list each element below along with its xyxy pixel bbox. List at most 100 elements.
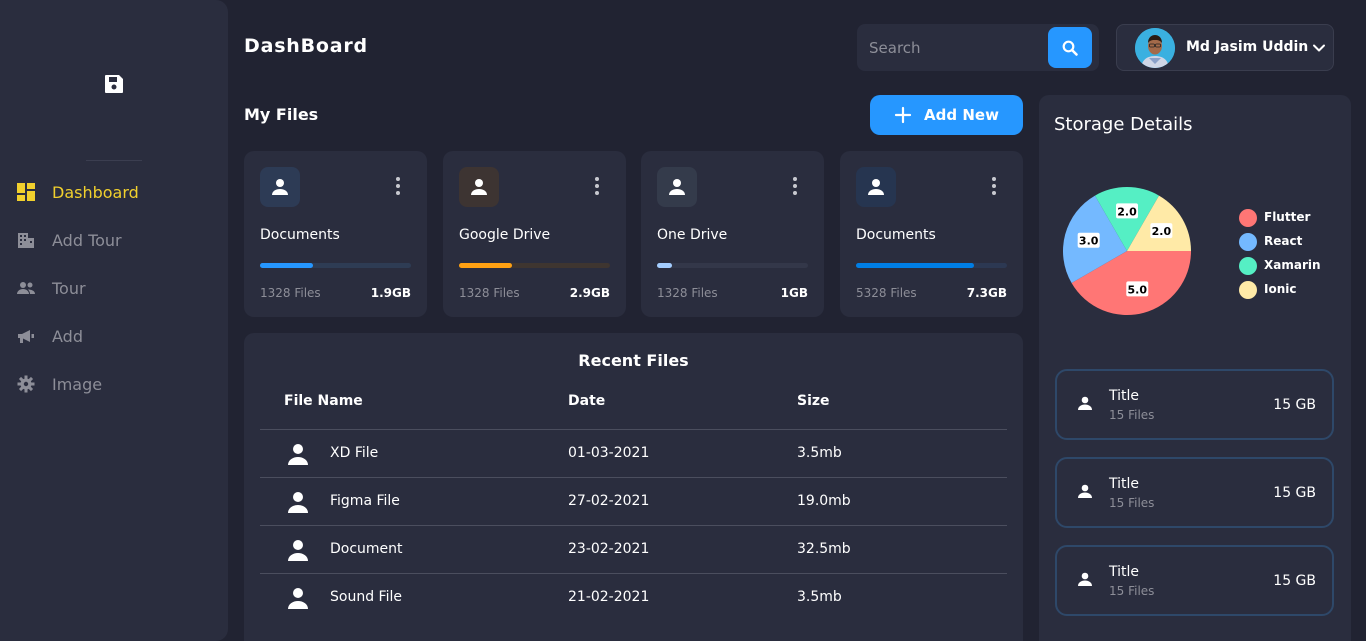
- storage-item[interactable]: Title 15 Files 15 GB: [1055, 545, 1334, 616]
- progress-bar: [856, 263, 1007, 268]
- more-options-icon[interactable]: [593, 176, 601, 196]
- sidebar-item-tour[interactable]: Tour: [0, 268, 228, 308]
- sidebar-item-image[interactable]: Image: [0, 364, 228, 404]
- sidebar-item-label: Add: [52, 326, 83, 346]
- user-icon: [1078, 484, 1092, 498]
- user-icon: [856, 167, 896, 207]
- legend-label: Flutter: [1264, 210, 1311, 224]
- card-file-count: 1328 Files: [260, 286, 321, 300]
- card-size: 7.3GB: [966, 286, 1007, 300]
- dashboard-icon: [17, 183, 35, 201]
- legend-label: React: [1264, 234, 1303, 248]
- legend-item: Xamarin: [1239, 255, 1359, 279]
- profile-menu[interactable]: Md Jasim Uddin: [1116, 24, 1334, 71]
- sidebar: Dashboard Add Tour Tour Add Image: [0, 0, 228, 641]
- storage-item-title: Title: [1109, 564, 1140, 580]
- card-size: 1GB: [780, 286, 808, 300]
- save-floppy-icon: [104, 74, 124, 94]
- user-icon: [288, 588, 308, 609]
- card-file-count: 5328 Files: [856, 286, 917, 300]
- legend-item: React: [1239, 231, 1359, 255]
- storage-pie-chart: 5.0 3.0 2.0 2.0: [1063, 187, 1191, 315]
- storage-item[interactable]: Title 15 Files 15 GB: [1055, 369, 1334, 440]
- file-size: 32.5mb: [797, 541, 851, 557]
- file-card[interactable]: Documents 1328 Files 1.9GB: [244, 151, 427, 317]
- table-row[interactable]: Figma File 27-02-2021 19.0mb: [260, 477, 1007, 525]
- column-header-file-name: File Name: [284, 393, 363, 409]
- add-new-label: Add New: [924, 106, 999, 124]
- more-options-icon[interactable]: [791, 176, 799, 196]
- storage-item-files: 15 Files: [1109, 408, 1155, 422]
- user-icon: [1078, 572, 1092, 586]
- search-icon: [1062, 40, 1078, 56]
- card-name: Documents: [856, 227, 936, 243]
- recent-files-title: Recent Files: [578, 351, 689, 370]
- table-row[interactable]: XD File 01-03-2021 3.5mb: [260, 429, 1007, 477]
- sidebar-item-label: Image: [52, 374, 103, 394]
- sidebar-item-label: Add Tour: [52, 230, 122, 250]
- table-row[interactable]: Sound File 21-02-2021 3.5mb: [260, 573, 1007, 621]
- search-button[interactable]: [1048, 27, 1092, 68]
- user-icon: [288, 444, 308, 465]
- sidebar-item-add-tour[interactable]: Add Tour: [0, 220, 228, 260]
- sidebar-item-label: Dashboard: [52, 182, 139, 202]
- file-name: Document: [330, 541, 403, 557]
- legend-label: Ionic: [1264, 282, 1297, 296]
- sidebar-divider: [86, 160, 142, 161]
- file-date: 21-02-2021: [568, 589, 650, 605]
- file-name: Sound File: [330, 589, 402, 605]
- pie-value-label: 2.0: [1117, 205, 1137, 218]
- user-icon: [288, 492, 308, 513]
- file-size: 3.5mb: [797, 589, 842, 605]
- progress-fill: [260, 263, 313, 268]
- user-icon: [288, 540, 308, 561]
- storage-item-files: 15 Files: [1109, 496, 1155, 510]
- search-bar: [857, 24, 1099, 71]
- storage-item[interactable]: Title 15 Files 15 GB: [1055, 457, 1334, 528]
- legend-item: Flutter: [1239, 207, 1359, 231]
- search-input[interactable]: [857, 24, 1047, 71]
- storage-item-size: 15 GB: [1273, 397, 1316, 413]
- file-card[interactable]: Google Drive 1328 Files 2.9GB: [443, 151, 626, 317]
- file-date: 27-02-2021: [568, 493, 650, 509]
- progress-bar: [459, 263, 610, 268]
- card-file-count: 1328 Files: [459, 286, 520, 300]
- pie-value-label: 5.0: [1128, 283, 1148, 296]
- pie-value-label: 3.0: [1079, 235, 1099, 248]
- sidebar-item-label: Tour: [52, 278, 86, 298]
- table-row[interactable]: Document 23-02-2021 32.5mb: [260, 525, 1007, 573]
- profile-name: Md Jasim Uddin: [1186, 39, 1309, 55]
- plus-icon: [894, 106, 912, 124]
- megaphone-icon: [17, 327, 35, 345]
- more-options-icon[interactable]: [990, 176, 998, 196]
- storage-item-title: Title: [1109, 388, 1140, 404]
- column-header-size: Size: [797, 393, 830, 409]
- storage-item-title: Title: [1109, 476, 1140, 492]
- avatar: [1135, 28, 1175, 68]
- storage-panel: Storage Details 5.0 3.0 2.0 2.0 Flutter Reac…: [1039, 95, 1351, 641]
- recent-files-panel: Recent Files File Name Date Size XD File…: [244, 333, 1023, 641]
- gear-icon: [17, 375, 35, 393]
- page-title: DashBoard: [244, 35, 368, 57]
- progress-fill: [459, 263, 512, 268]
- pie-value-label: 2.0: [1152, 225, 1172, 238]
- sidebar-item-dashboard[interactable]: Dashboard: [0, 172, 228, 212]
- legend-dot: [1239, 257, 1257, 275]
- sidebar-item-add[interactable]: Add: [0, 316, 228, 356]
- storage-item-files: 15 Files: [1109, 584, 1155, 598]
- file-card[interactable]: Documents 5328 Files 7.3GB: [840, 151, 1023, 317]
- add-new-button[interactable]: Add New: [870, 95, 1023, 135]
- card-file-count: 1328 Files: [657, 286, 718, 300]
- progress-fill: [657, 263, 673, 268]
- storage-title: Storage Details: [1054, 114, 1193, 135]
- file-card[interactable]: One Drive 1328 Files 1GB: [641, 151, 824, 317]
- file-name: Figma File: [330, 493, 400, 509]
- progress-fill: [856, 263, 974, 268]
- legend-dot: [1239, 233, 1257, 251]
- chevron-down-icon: [1313, 44, 1325, 52]
- my-files-title: My Files: [244, 105, 319, 124]
- more-options-icon[interactable]: [394, 176, 402, 196]
- file-size: 19.0mb: [797, 493, 851, 509]
- card-name: One Drive: [657, 227, 728, 243]
- card-size: 1.9GB: [370, 286, 411, 300]
